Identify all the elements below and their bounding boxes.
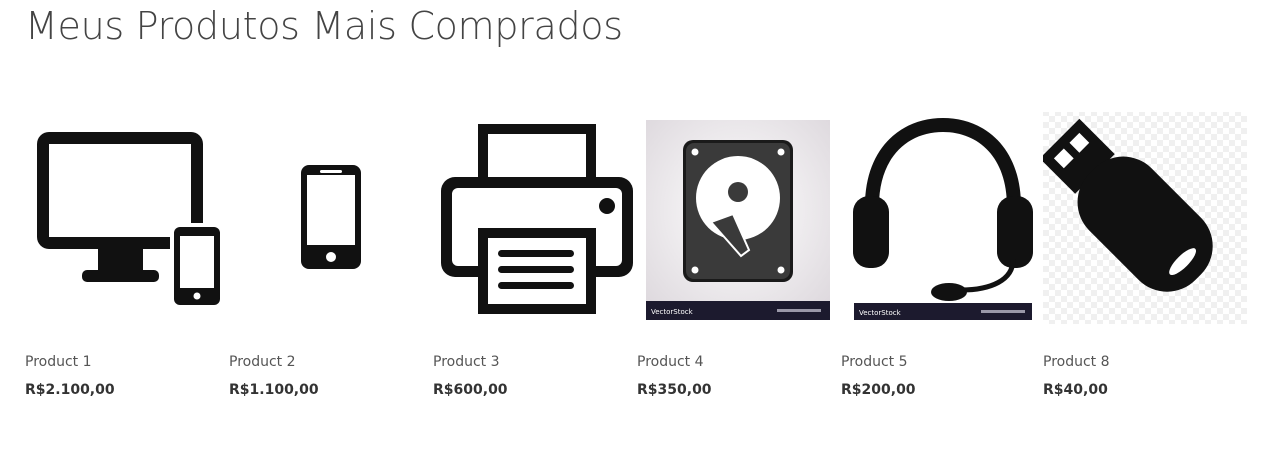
product-price: R$40,00: [1043, 382, 1108, 398]
usb-drive-icon[interactable]: [1043, 110, 1247, 330]
product-name[interactable]: Product 5: [841, 354, 908, 370]
product-price: R$1.100,00: [229, 382, 319, 398]
product-price: R$200,00: [841, 382, 916, 398]
printer-icon[interactable]: [433, 110, 637, 330]
product-price: R$2.100,00: [25, 382, 115, 398]
hard-drive-icon[interactable]: VectorStock: [637, 110, 841, 330]
product-card[interactable]: VectorStock Product 5 R$200,00: [841, 110, 1045, 410]
product-card[interactable]: Product 2 R$1.100,00: [229, 110, 433, 410]
product-name[interactable]: Product 4: [637, 354, 704, 370]
product-card[interactable]: VectorStock Product 4 R$350,00: [637, 110, 841, 410]
product-price: R$350,00: [637, 382, 712, 398]
product-name[interactable]: Product 3: [433, 354, 500, 370]
product-list: Product 1 R$2.100,00 Product 2 R$1.100,0…: [25, 110, 1255, 410]
product-name[interactable]: Product 8: [1043, 354, 1110, 370]
product-name[interactable]: Product 1: [25, 354, 92, 370]
watermark-text: VectorStock: [651, 308, 694, 316]
product-card[interactable]: Product 3 R$600,00: [433, 110, 637, 410]
smartphone-icon[interactable]: [229, 110, 433, 330]
page-title: Meus Produtos Mais Comprados: [25, 4, 623, 48]
product-name[interactable]: Product 2: [229, 354, 296, 370]
watermark-text: VectorStock: [859, 309, 902, 317]
product-price: R$600,00: [433, 382, 508, 398]
headset-icon[interactable]: VectorStock: [841, 110, 1045, 330]
product-card[interactable]: Product 1 R$2.100,00: [25, 110, 229, 410]
desktop-and-phone-icon[interactable]: [25, 110, 229, 330]
page: Meus Produtos Mais Comprados Product 1 R…: [0, 0, 1280, 455]
product-card[interactable]: Product 8 R$40,00: [1043, 110, 1247, 410]
